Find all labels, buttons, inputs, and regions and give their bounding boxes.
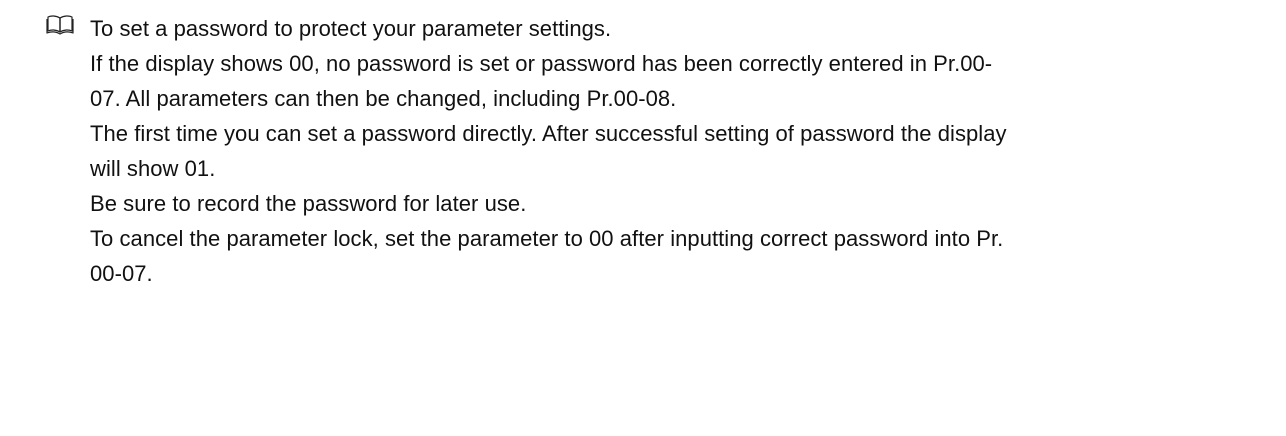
note-line: Be sure to record the password for later… xyxy=(90,191,527,216)
note-text: To set a password to protect your parame… xyxy=(90,11,1280,291)
note-line: The first time you can set a password di… xyxy=(90,121,1007,146)
note-line: If the display shows 00, no password is … xyxy=(90,51,993,76)
note-line: 07. All parameters can then be changed, … xyxy=(90,86,677,111)
note-section: To set a password to protect your parame… xyxy=(0,0,1286,436)
note-line: To cancel the parameter lock, set the pa… xyxy=(90,226,1004,251)
note-line: To set a password to protect your parame… xyxy=(90,16,612,41)
note-line: 00-07. xyxy=(90,261,153,286)
open-book-icon xyxy=(46,13,74,35)
note-line: will show 01. xyxy=(90,156,216,181)
